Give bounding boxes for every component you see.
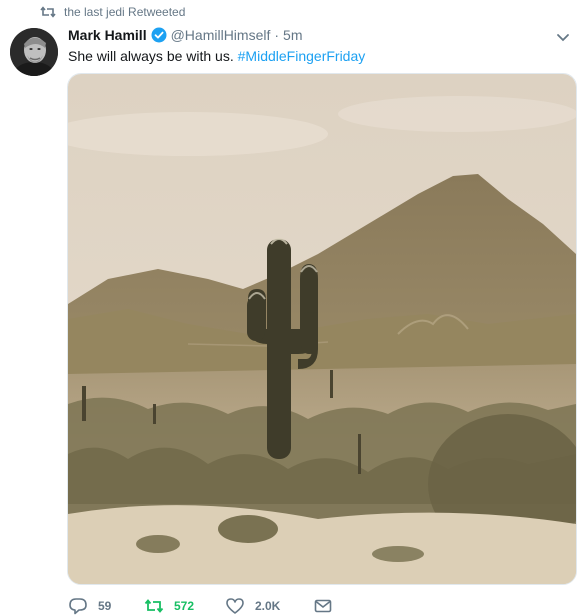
separator: · bbox=[274, 27, 280, 43]
tweet-photo[interactable] bbox=[67, 73, 577, 585]
envelope-icon bbox=[313, 597, 333, 615]
retweet-context-text[interactable]: the last jedi Retweeted bbox=[64, 5, 185, 19]
heart-icon bbox=[225, 597, 245, 615]
reply-button[interactable]: 59 bbox=[68, 597, 144, 615]
retweet-icon bbox=[40, 5, 56, 19]
retweet-count: 572 bbox=[174, 599, 195, 613]
like-count: 2.0K bbox=[255, 599, 281, 613]
tweet-text: She will always be with us. #MiddleFinge… bbox=[68, 48, 365, 64]
retweet-icon bbox=[144, 597, 164, 615]
retweet-context: the last jedi Retweeted bbox=[40, 5, 185, 19]
reply-count: 59 bbox=[98, 599, 112, 613]
hashtag-link[interactable]: #MiddleFingerFriday bbox=[238, 48, 366, 64]
like-button[interactable]: 2.0K bbox=[225, 597, 313, 615]
author-handle[interactable]: @HamillHimself bbox=[171, 27, 271, 43]
author-display-name[interactable]: Mark Hamill bbox=[68, 27, 147, 43]
tweet-body: She will always be with us. bbox=[68, 48, 234, 64]
retweet-button[interactable]: 572 bbox=[144, 597, 225, 615]
timestamp[interactable]: 5m bbox=[283, 27, 302, 43]
chevron-down-icon[interactable] bbox=[554, 28, 572, 46]
verified-badge-icon bbox=[151, 27, 167, 43]
tweet-actions: 59 572 2.0K bbox=[68, 596, 333, 616]
tweet-header: Mark Hamill @HamillHimself · 5m bbox=[68, 27, 303, 43]
direct-message-button[interactable] bbox=[313, 597, 333, 615]
reply-icon bbox=[68, 597, 88, 615]
avatar[interactable] bbox=[10, 28, 58, 76]
